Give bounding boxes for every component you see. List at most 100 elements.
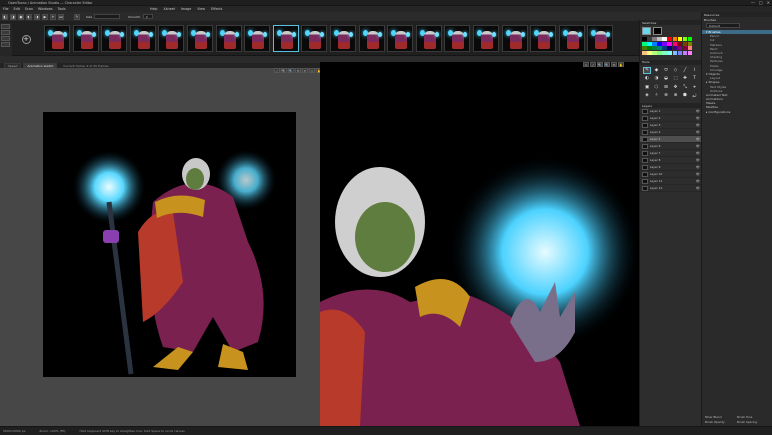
menu-image[interactable]: Image — [181, 7, 191, 11]
color-swatch[interactable] — [647, 46, 652, 51]
strip-button-4[interactable] — [1, 42, 10, 47]
frame-thumbnail[interactable] — [587, 25, 614, 52]
fit-icon[interactable]: ⤢ — [274, 68, 280, 73]
layout-icon-2[interactable]: ◨ — [10, 13, 16, 20]
color-swatch[interactable] — [667, 50, 672, 55]
rotate-right-icon[interactable]: ⟳ — [302, 68, 308, 73]
close-button[interactable]: ✕ — [767, 0, 770, 5]
tool-button[interactable]: ⊞ — [662, 84, 670, 91]
layer-row[interactable]: Layer 8 👁 — [640, 157, 701, 165]
frame-icon[interactable]: ▭ — [309, 68, 315, 73]
tool-button[interactable]: ◆ — [653, 67, 661, 74]
color-swatch[interactable] — [672, 50, 678, 55]
tool-button[interactable]: ✎ — [643, 66, 651, 74]
zoom-out-icon[interactable]: 🔍 — [604, 62, 610, 67]
frame-thumbnail[interactable] — [158, 25, 185, 52]
tool-button[interactable]: ◈ — [643, 92, 651, 99]
brush-opacity-button[interactable]: Brush Opacity — [705, 420, 736, 424]
color-swatch[interactable] — [682, 50, 688, 55]
color-swatch[interactable] — [687, 41, 693, 46]
color-swatch[interactable] — [682, 46, 688, 51]
tool-button[interactable]: ⬚ — [672, 75, 680, 82]
color-swatch[interactable] — [682, 37, 688, 41]
color-swatch[interactable] — [647, 41, 652, 46]
color-swatch[interactable] — [652, 41, 657, 46]
layer-row[interactable]: Layer 6 👁 — [640, 143, 701, 151]
tool-button[interactable]: T — [691, 75, 699, 82]
menu-effects[interactable]: Effects — [211, 7, 222, 11]
color-swatch[interactable] — [672, 46, 678, 51]
frame-thumbnail[interactable] — [473, 25, 499, 52]
color-swatch[interactable] — [647, 50, 652, 55]
zoomed-canvas[interactable] — [320, 62, 639, 426]
layer-row[interactable]: Layer 5 👁 — [640, 136, 701, 144]
color-swatch[interactable] — [657, 41, 662, 46]
smooth-field[interactable]: 0 — [142, 14, 153, 19]
maximize-button[interactable]: □ — [759, 0, 763, 5]
layer-row[interactable]: Layer 4 👁 — [640, 129, 701, 137]
color-swatch[interactable] — [677, 41, 683, 46]
strip-button-3[interactable] — [1, 36, 10, 41]
color-swatch[interactable] — [682, 41, 688, 46]
color-swatch[interactable] — [667, 46, 672, 51]
color-swatch[interactable] — [667, 41, 672, 46]
mixer-blend-button[interactable]: Mixer Blend — [705, 415, 736, 419]
zoom-in-icon[interactable]: 🔍 — [281, 68, 287, 73]
frame-thumbnail[interactable] — [558, 25, 585, 52]
color-swatch[interactable] — [677, 50, 683, 55]
color-swatch[interactable] — [687, 37, 693, 41]
menu-tools[interactable]: Tools — [58, 7, 66, 11]
color-swatch[interactable] — [652, 46, 657, 51]
frame-thumbnail[interactable] — [244, 25, 271, 52]
tool-button[interactable]: ⊗ — [672, 92, 680, 99]
frame-thumbnail[interactable] — [44, 25, 70, 52]
menu-xsheet[interactable]: Xsheet — [164, 7, 175, 11]
tool-button[interactable]: ◇ — [672, 67, 680, 74]
hand-icon[interactable]: ✋ — [618, 62, 624, 67]
secondary-color[interactable] — [653, 27, 662, 35]
onion-skin-icon[interactable]: ◐ — [26, 13, 32, 20]
color-swatch[interactable] — [642, 46, 647, 51]
tool-button[interactable]: ⌖ — [691, 84, 699, 91]
tool-button[interactable]: ◒ — [662, 75, 670, 82]
layer-row[interactable]: Layer 2 👁 — [640, 115, 701, 123]
color-swatch[interactable] — [677, 37, 683, 41]
tool-button[interactable]: ⤾ — [691, 92, 699, 99]
layer-row[interactable]: Layer 9 👁 — [640, 164, 701, 172]
brush-spacing-button[interactable]: Brush Spacing — [737, 420, 768, 424]
tool-button[interactable]: ✥ — [672, 84, 680, 91]
play-icon[interactable]: ▶ — [42, 13, 48, 20]
color-swatch[interactable] — [667, 37, 672, 41]
color-swatch[interactable] — [642, 41, 647, 46]
tool-button[interactable]: ✚ — [681, 75, 689, 82]
frame-thumbnail[interactable] — [358, 25, 385, 52]
brush-icon[interactable]: ✎ — [74, 13, 80, 20]
step-icon[interactable]: ⏵ — [50, 13, 56, 20]
color-swatch[interactable] — [657, 37, 662, 41]
frame-thumbnail[interactable] — [215, 25, 242, 52]
preset-dropdown[interactable]: Default — [706, 23, 740, 28]
layer-row[interactable]: Layer 10 👁 — [640, 171, 701, 179]
zoom-in-icon[interactable]: 🔍 — [597, 62, 603, 67]
menu-view[interactable]: View — [197, 7, 205, 11]
zoom-out-icon[interactable]: 🔍 — [288, 68, 294, 73]
strip-button-2[interactable] — [1, 30, 10, 35]
color-swatch[interactable] — [657, 50, 662, 55]
color-swatch[interactable] — [652, 50, 657, 55]
color-swatch[interactable] — [687, 50, 693, 55]
frame-thumbnail[interactable] — [330, 25, 356, 52]
layer-row[interactable]: Layer 12 👁 — [640, 185, 701, 193]
color-swatch[interactable] — [662, 37, 667, 41]
color-swatch[interactable] — [662, 46, 667, 51]
frame-thumbnail[interactable] — [387, 25, 414, 52]
menu-edit[interactable]: Edit — [14, 7, 20, 11]
brush-tone-button[interactable]: Brush Tone — [737, 415, 768, 419]
tool-button[interactable]: ⌇ — [691, 67, 699, 74]
minimize-button[interactable]: — — [751, 0, 755, 5]
tool-button[interactable]: ▣ — [643, 84, 651, 91]
frame-thumbnail[interactable] — [272, 25, 299, 52]
add-frame-button[interactable]: + — [14, 27, 38, 51]
rotate-icon[interactable]: ⟲ — [611, 62, 617, 67]
frame-thumbnail[interactable] — [72, 25, 99, 52]
color-swatch[interactable] — [642, 50, 647, 55]
